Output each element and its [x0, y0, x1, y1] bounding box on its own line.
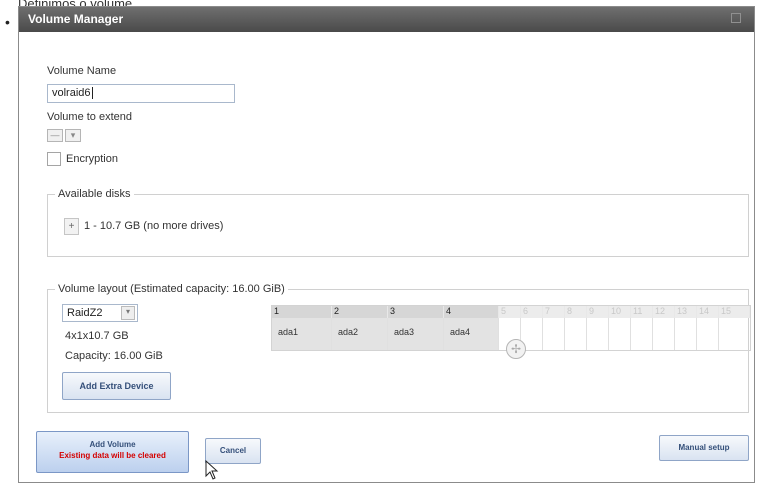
- empty-cell[interactable]: [653, 318, 675, 350]
- resize-handle-icon[interactable]: ✢: [506, 339, 526, 359]
- layout-capacity-text: Capacity: 16.00 GiB: [65, 350, 163, 362]
- volume-layout-legend: Volume layout (Estimated capacity: 16.00…: [55, 283, 288, 295]
- grid-header: 9: [587, 306, 609, 318]
- volume-to-extend-select[interactable]: — ▾: [47, 129, 81, 142]
- empty-cell[interactable]: [543, 318, 565, 350]
- grid-header: 7: [543, 306, 565, 318]
- grid-header: 11: [631, 306, 653, 318]
- disk-cell[interactable]: ada4: [444, 318, 499, 350]
- grid-header: 15: [719, 306, 750, 318]
- add-volume-label: Add Volume: [89, 440, 136, 449]
- volume-manager-dialog: Volume Manager Volume Name volraid6 Volu…: [18, 6, 755, 483]
- volume-to-extend-value: —: [47, 129, 63, 142]
- grid-header: 12: [653, 306, 675, 318]
- empty-cell[interactable]: [609, 318, 631, 350]
- volume-to-extend-label: Volume to extend: [47, 111, 133, 123]
- list-bullet: •: [5, 14, 10, 30]
- empty-cell[interactable]: [631, 318, 653, 350]
- grid-header: 14: [697, 306, 719, 318]
- mouse-cursor-icon: [205, 460, 219, 480]
- grid-header: 13: [675, 306, 697, 318]
- dialog-titlebar[interactable]: Volume Manager: [19, 7, 754, 32]
- dialog-title: Volume Manager: [28, 12, 124, 26]
- grid-header: 4: [444, 306, 499, 318]
- empty-cell[interactable]: [565, 318, 587, 350]
- grid-header: 3: [388, 306, 444, 318]
- layout-devices-text: 4x1x10.7 GB: [65, 330, 129, 342]
- add-volume-button[interactable]: Add Volume Existing data will be cleared: [36, 431, 189, 473]
- grid-header: 1: [272, 306, 332, 318]
- disk-cell[interactable]: ada1: [272, 318, 332, 350]
- available-disks-legend: Available disks: [55, 188, 134, 200]
- grid-header: 2: [332, 306, 388, 318]
- empty-cell[interactable]: [697, 318, 719, 350]
- encryption-checkbox[interactable]: [47, 152, 61, 166]
- volume-name-label: Volume Name: [47, 65, 117, 77]
- empty-cell[interactable]: [675, 318, 697, 350]
- disk-cell[interactable]: ada2: [332, 318, 388, 350]
- add-disk-icon[interactable]: +: [64, 218, 79, 235]
- layout-type-value: RaidZ2: [67, 307, 103, 319]
- available-disks-text: 1 - 10.7 GB (no more drives): [84, 220, 224, 232]
- layout-type-select[interactable]: RaidZ2 ▾: [62, 304, 138, 322]
- volume-name-input[interactable]: volraid6: [47, 84, 235, 103]
- empty-cell[interactable]: [587, 318, 609, 350]
- disk-cell[interactable]: ada3: [388, 318, 444, 350]
- empty-cell[interactable]: [719, 318, 750, 350]
- grid-header: 8: [565, 306, 587, 318]
- add-volume-warning: Existing data will be cleared: [59, 451, 166, 460]
- encryption-label: Encryption: [66, 153, 118, 165]
- chevron-down-icon[interactable]: ▾: [65, 129, 81, 142]
- grid-header: 10: [609, 306, 631, 318]
- chevron-down-icon[interactable]: ▾: [121, 306, 135, 320]
- add-extra-device-button[interactable]: Add Extra Device: [62, 372, 171, 400]
- volume-name-value: volraid6: [52, 87, 91, 99]
- grid-header: 5: [499, 306, 521, 318]
- grid-header: 6: [521, 306, 543, 318]
- window-control-icon[interactable]: [731, 13, 741, 23]
- manual-setup-button[interactable]: Manual setup: [659, 435, 749, 461]
